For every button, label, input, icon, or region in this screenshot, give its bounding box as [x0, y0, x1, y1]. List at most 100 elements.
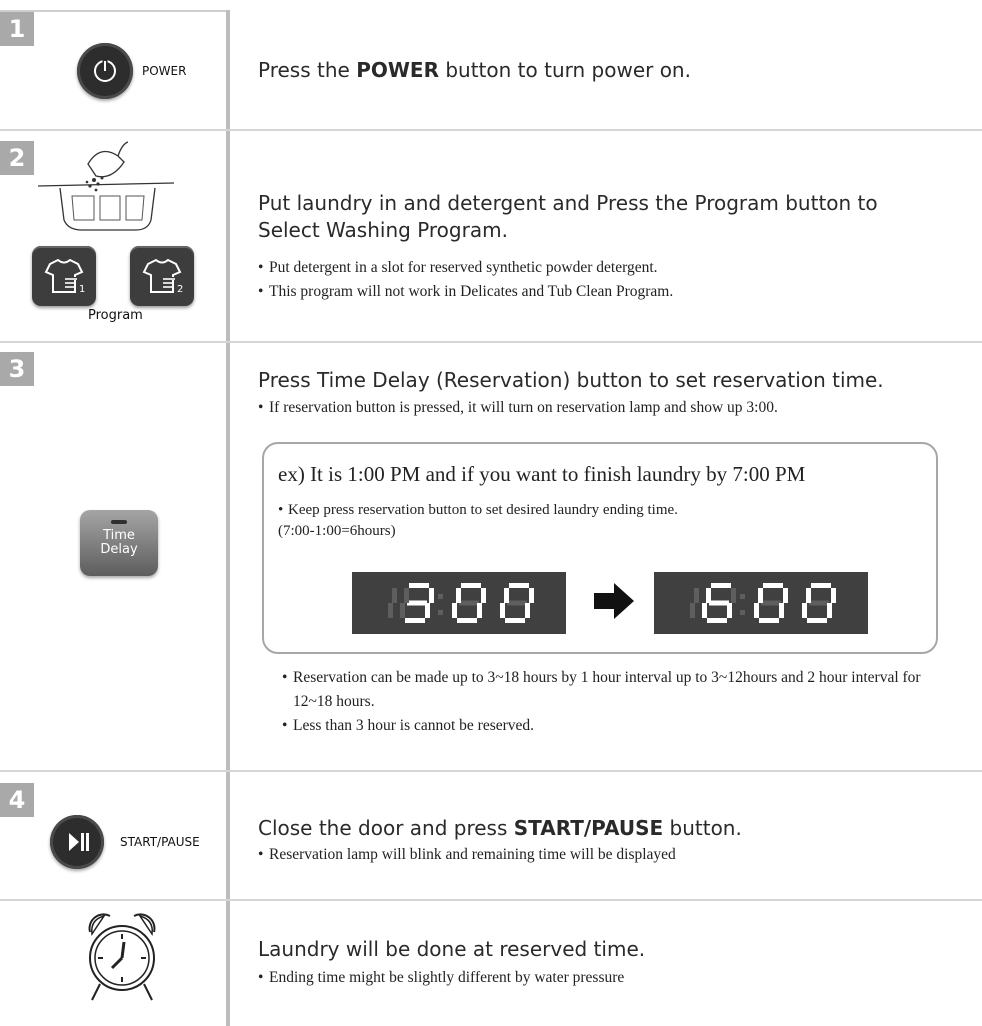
display-segment — [809, 600, 829, 606]
display-segment — [388, 603, 393, 618]
display-segment — [702, 603, 707, 618]
display-after — [654, 572, 868, 634]
display-colon — [438, 610, 443, 615]
example-bullets: Keep press reservation button to set des… — [278, 500, 678, 542]
display-segment — [711, 583, 731, 588]
display-segment — [452, 603, 457, 618]
display-segment — [459, 600, 479, 606]
reservation-lamp — [111, 520, 127, 524]
step5-bullet: Ending time might be slightly different … — [258, 966, 624, 990]
power-icon — [94, 60, 116, 82]
step2-bullet-2: This program will not work in Delicates … — [258, 280, 673, 304]
display-segment — [690, 603, 695, 618]
display-segment — [392, 588, 397, 603]
display-segment — [763, 583, 783, 588]
display-segment — [694, 588, 699, 603]
display-segment — [425, 603, 430, 618]
display-segment — [405, 618, 425, 623]
step3-bullets: If reservation button is pressed, it wil… — [258, 396, 778, 420]
display-segment — [779, 603, 784, 618]
step4-bullets: Reservation lamp will blink and remainin… — [258, 843, 676, 867]
alarm-clock-icon — [88, 913, 156, 1001]
display-segment — [727, 603, 732, 618]
display-segment — [507, 600, 527, 606]
step1-text-after: button to turn power on. — [438, 58, 691, 82]
display-segment — [456, 588, 461, 603]
display-segment — [707, 618, 727, 623]
display-colon — [438, 594, 443, 599]
step1-text-before: Press the — [258, 58, 357, 82]
row-divider — [0, 129, 982, 131]
time-delay-button[interactable]: Time Delay — [80, 510, 158, 576]
step3-instruction: Press Time Delay (Reservation) button to… — [258, 368, 884, 392]
display-colon — [740, 610, 745, 615]
example-bullet-line1: Keep press reservation button to set des… — [288, 502, 678, 518]
display-segment — [529, 588, 534, 603]
arrow-right-icon — [594, 583, 634, 619]
program-button-2[interactable]: 2 — [130, 246, 194, 306]
row-divider — [0, 341, 982, 343]
display-before — [352, 572, 566, 634]
column-divider — [226, 10, 230, 1026]
step-number-4: 4 — [0, 783, 34, 817]
display-segment — [481, 588, 486, 603]
display-segment — [806, 588, 811, 603]
step3-bullet: If reservation button is pressed, it wil… — [258, 396, 778, 420]
step2-bullet-1: Put detergent in a slot for reserved syn… — [258, 256, 673, 280]
step3-note-2: Less than 3 hour is cannot be reserved. — [282, 714, 962, 738]
display-segment — [500, 603, 505, 618]
svg-text:1: 1 — [79, 284, 85, 295]
display-segment — [525, 603, 530, 618]
step-number-2: 2 — [0, 141, 34, 175]
program-button-1[interactable]: 1 — [32, 246, 96, 306]
power-button[interactable] — [77, 43, 133, 99]
display-segment — [731, 588, 736, 603]
example-title: ex) It is 1:00 PM and if you want to fin… — [278, 462, 806, 486]
display-segment — [754, 603, 759, 618]
instruction-page: 1 POWER Press the POWER button to turn p… — [0, 0, 982, 1026]
display-segment — [761, 600, 781, 606]
step5-instruction: Laundry will be done at reserved time. — [258, 937, 646, 961]
display-segment — [509, 583, 529, 588]
step3-note-1: Reservation can be made up to 3~18 hours… — [282, 666, 962, 714]
display-segment — [505, 618, 525, 623]
seven-segment-display-to — [690, 583, 836, 623]
display-segment — [827, 603, 832, 618]
display-segment — [461, 583, 481, 588]
detergent-drawer-illustration — [38, 141, 175, 231]
display-segment — [400, 603, 405, 618]
step-number-3: 3 — [0, 352, 34, 386]
display-segment — [759, 618, 779, 623]
step4-text-before: Close the door and press — [258, 816, 514, 840]
step1-instruction: Press the POWER button to turn power on. — [258, 57, 691, 84]
step4-text-after: button. — [663, 816, 742, 840]
display-segment — [811, 583, 831, 588]
step4-bullet: Reservation lamp will blink and remainin… — [258, 843, 676, 867]
display-segment — [706, 588, 711, 603]
top-divider — [0, 10, 228, 12]
svg-text:2: 2 — [177, 284, 183, 295]
shirt-icon: 1 — [44, 258, 85, 295]
display-segment — [831, 588, 836, 603]
step4-text-bold: START/PAUSE — [513, 816, 664, 840]
display-segment — [783, 588, 788, 603]
step1-text-bold: POWER — [356, 58, 439, 82]
display-segment — [709, 600, 729, 606]
step2-bullets: Put detergent in a slot for reserved syn… — [258, 256, 673, 304]
display-segment — [404, 588, 409, 603]
power-button-label: POWER — [142, 64, 187, 78]
time-delay-label-line2: Delay — [100, 542, 138, 557]
start-pause-button[interactable] — [50, 815, 104, 869]
display-segment — [758, 588, 763, 603]
display-segment — [407, 600, 427, 606]
step2-instruction: Put laundry in and detergent and Press t… — [258, 191, 878, 242]
step4-instruction: Close the door and press START/PAUSE but… — [258, 815, 742, 842]
display-segment — [802, 603, 807, 618]
step3-notes: Reservation can be made up to 3~18 hours… — [282, 666, 962, 738]
step-number-1: 1 — [0, 12, 34, 46]
row-divider — [0, 899, 982, 901]
row-divider — [0, 770, 982, 772]
program-button-label: Program — [88, 308, 143, 323]
display-segment — [807, 618, 827, 623]
display-segment — [409, 583, 429, 588]
